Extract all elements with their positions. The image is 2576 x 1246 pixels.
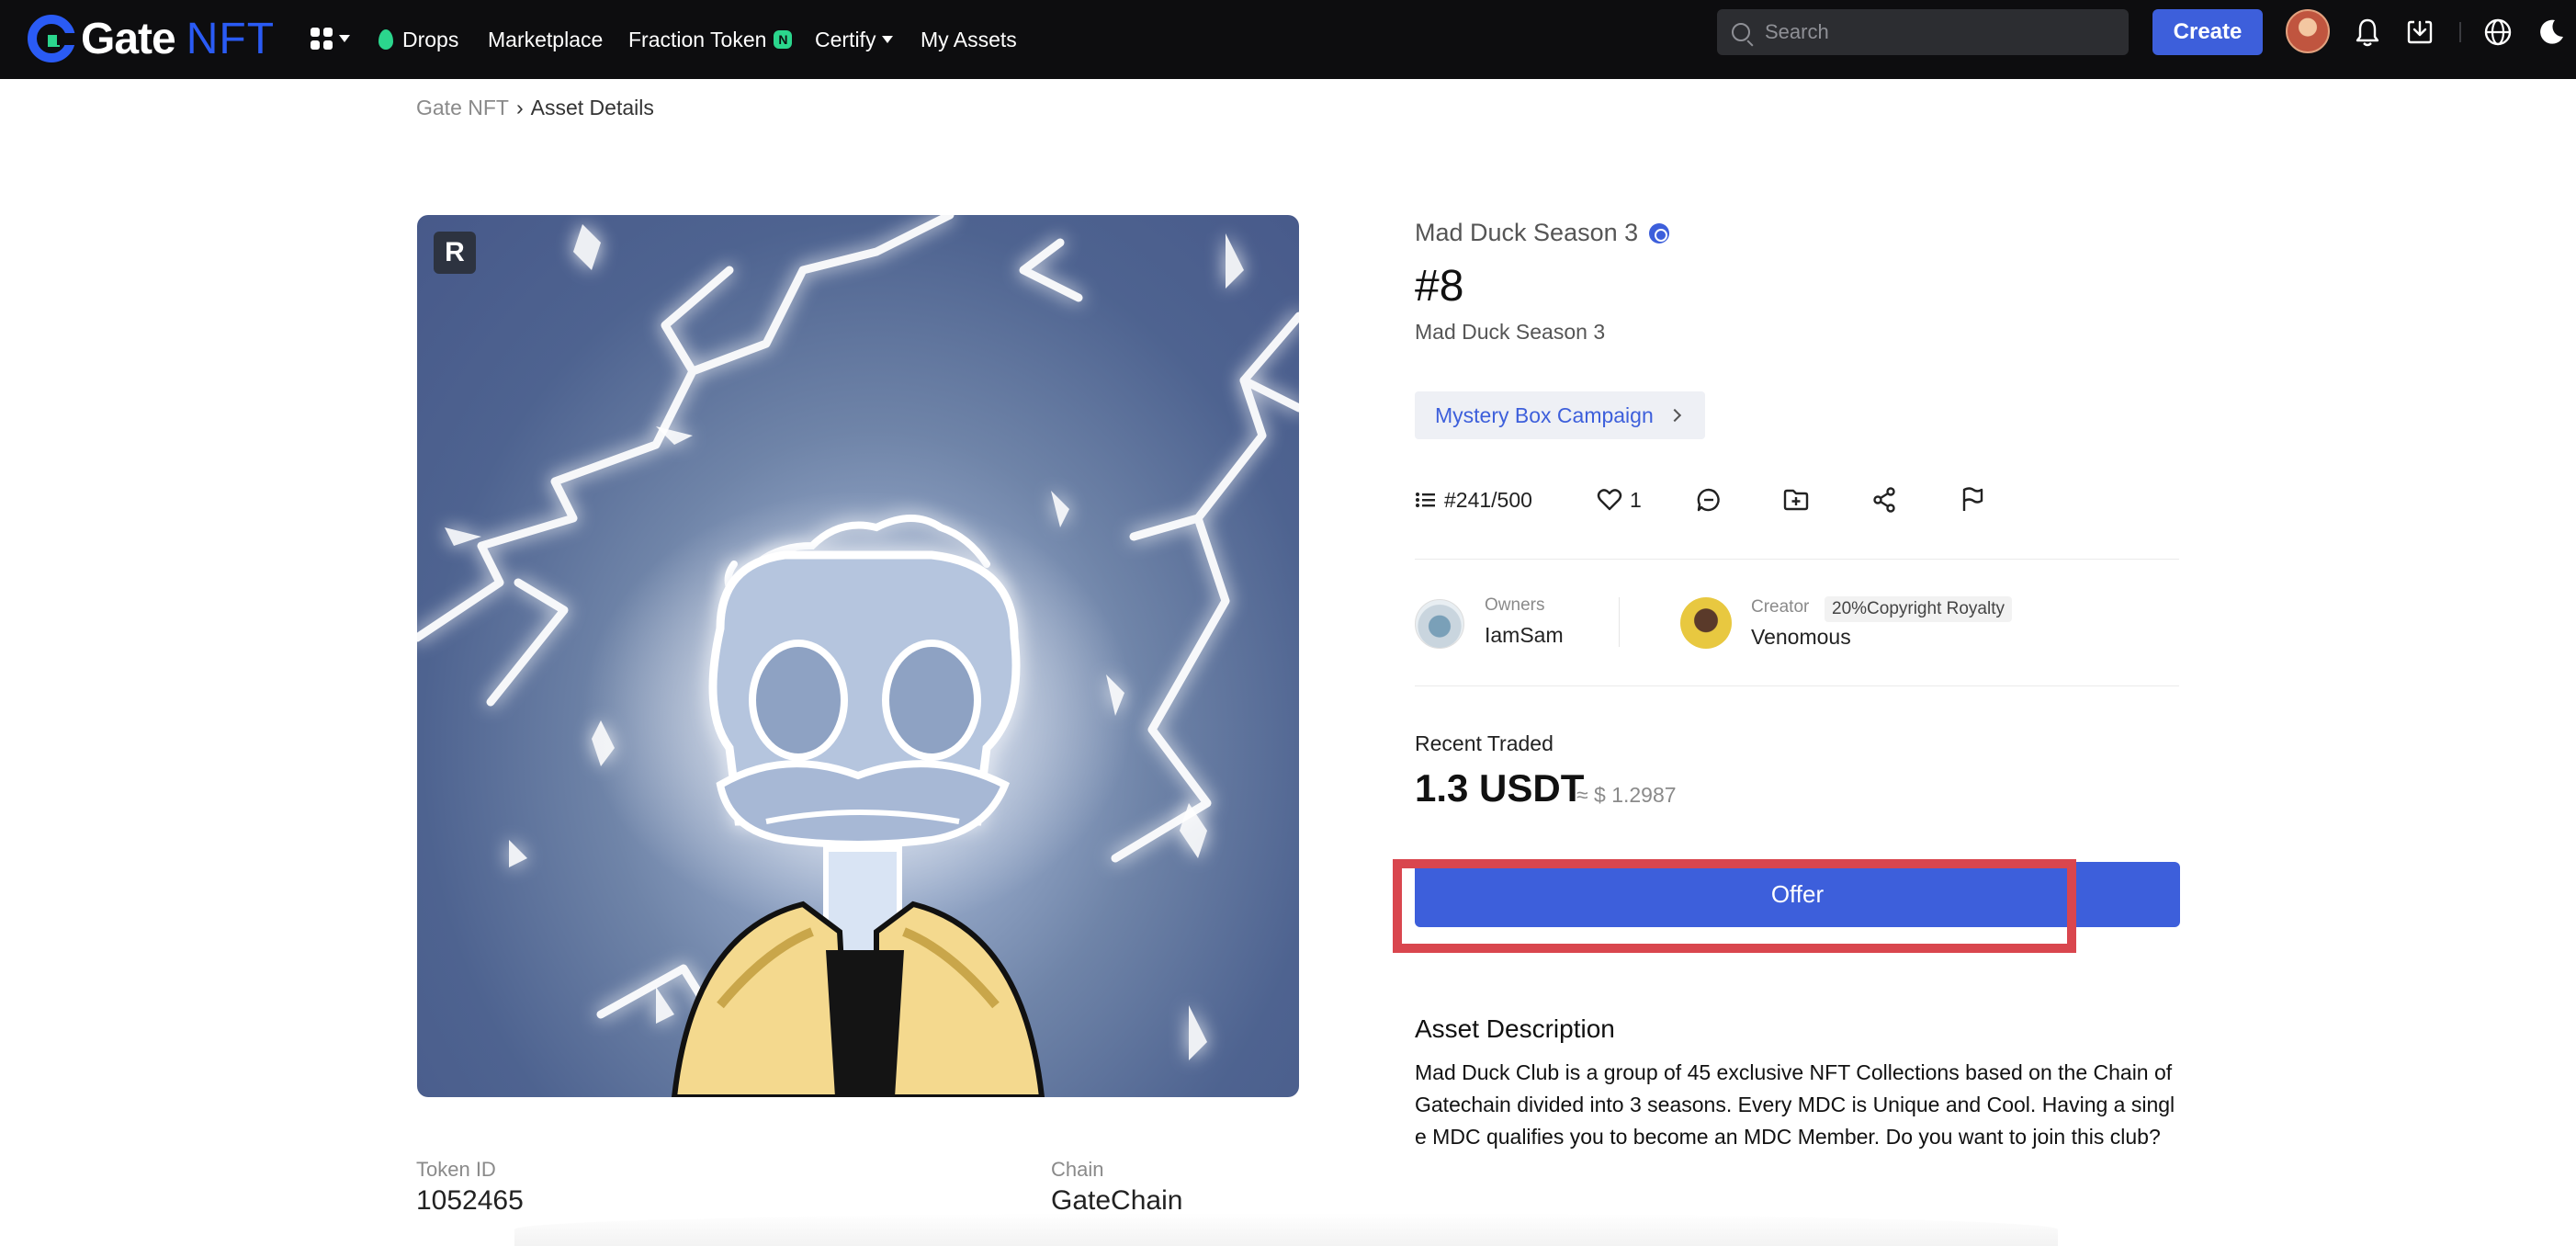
collection-link[interactable]: Mad Duck Season 3 bbox=[1415, 219, 1670, 247]
apps-grid-icon bbox=[311, 28, 333, 50]
add-to-collection-button[interactable] bbox=[1782, 478, 1810, 522]
notifications-button[interactable] bbox=[2350, 15, 2385, 50]
comment-button[interactable] bbox=[1696, 478, 1722, 522]
token-id-label: Token ID bbox=[416, 1158, 496, 1181]
owners-label: Owners bbox=[1485, 595, 1545, 615]
comment-icon bbox=[1697, 488, 1720, 512]
campaign-label: Mystery Box Campaign bbox=[1435, 402, 1654, 427]
breadcrumb: Gate NFT › Asset Details bbox=[416, 96, 654, 120]
chain-value: GateChain bbox=[1051, 1185, 1183, 1216]
asset-actions-bar: #241/500 1 bbox=[1415, 478, 2186, 522]
chevron-right-icon bbox=[1667, 408, 1681, 423]
nav-my-assets[interactable]: My Assets bbox=[921, 17, 1017, 62]
logo-text-gate: Gate bbox=[81, 14, 176, 63]
share-icon bbox=[1873, 487, 1895, 513]
bell-icon bbox=[2356, 18, 2379, 47]
edition-info[interactable]: #241/500 bbox=[1415, 478, 1532, 522]
section-divider bbox=[1415, 685, 2179, 686]
nav-fraction-token-label: Fraction Token bbox=[628, 27, 767, 51]
asset-description-body: Mad Duck Club is a group of 45 exclusive… bbox=[1415, 1060, 2175, 1149]
gate-nft-logo[interactable]: Gate NFT bbox=[28, 9, 275, 68]
collection-name: Mad Duck Season 3 bbox=[1415, 219, 1639, 246]
flag-icon bbox=[1962, 487, 1983, 511]
recent-price: 1.3 USDT bbox=[1415, 766, 1585, 810]
download-icon bbox=[2407, 20, 2433, 44]
list-icon bbox=[1416, 493, 1435, 507]
edition-number: #241/500 bbox=[1444, 487, 1532, 512]
caret-down-icon bbox=[339, 35, 350, 42]
creator-name-link[interactable]: Venomous bbox=[1751, 625, 1851, 650]
token-title: #8 bbox=[1415, 262, 1464, 311]
create-button[interactable]: Create bbox=[2152, 9, 2263, 55]
search-icon bbox=[1732, 23, 1750, 41]
verified-icon bbox=[1649, 222, 1670, 244]
language-button[interactable] bbox=[2480, 15, 2515, 50]
breadcrumb-home-link[interactable]: Gate NFT bbox=[416, 96, 509, 120]
section-divider bbox=[1415, 559, 2179, 560]
rarity-badge: R bbox=[434, 232, 476, 274]
drop-flame-icon bbox=[378, 29, 393, 50]
nav-drops[interactable]: Drops bbox=[378, 17, 458, 62]
chain-label: Chain bbox=[1051, 1158, 1104, 1181]
scroll-shadow bbox=[514, 1213, 2058, 1246]
owner-name-link[interactable]: IamSam bbox=[1485, 623, 1564, 648]
nav-separator bbox=[2459, 22, 2461, 42]
folder-add-icon bbox=[1783, 489, 1809, 511]
gate-logo-icon bbox=[28, 15, 77, 62]
offer-button[interactable]: Offer bbox=[1415, 862, 2180, 927]
nav-certify[interactable]: Certify bbox=[815, 17, 894, 62]
nav-certify-label: Certify bbox=[815, 27, 876, 51]
asset-description-title: Asset Description bbox=[1415, 1014, 1615, 1043]
top-navigation-bar: Gate NFT Drops Marketplace Fraction Toke… bbox=[0, 0, 2576, 79]
nav-marketplace[interactable]: Marketplace bbox=[488, 17, 603, 62]
theme-toggle-button[interactable] bbox=[2534, 15, 2569, 50]
share-button[interactable] bbox=[1872, 478, 1896, 522]
nav-my-assets-label: My Assets bbox=[921, 27, 1017, 51]
nav-drops-label: Drops bbox=[402, 27, 459, 51]
recent-price-usd: ≈ $ 1.2987 bbox=[1576, 783, 1677, 807]
heart-icon bbox=[1597, 489, 1622, 511]
creator-avatar[interactable] bbox=[1680, 597, 1732, 649]
download-app-button[interactable] bbox=[2402, 15, 2437, 50]
nav-fraction-token[interactable]: Fraction Token N bbox=[628, 17, 793, 62]
mad-duck-artwork-image bbox=[417, 215, 1299, 1097]
like-button[interactable]: 1 bbox=[1597, 478, 1642, 522]
search-input[interactable] bbox=[1765, 20, 2114, 44]
mystery-box-campaign-link[interactable]: Mystery Box Campaign bbox=[1415, 391, 1705, 439]
breadcrumb-current: Asset Details bbox=[530, 96, 654, 119]
report-button[interactable] bbox=[1960, 478, 1984, 522]
people-divider bbox=[1619, 597, 1620, 647]
chevron-right-icon: › bbox=[515, 96, 524, 119]
moon-icon bbox=[2540, 19, 2563, 44]
creator-label: Creator bbox=[1751, 597, 1810, 617]
royalty-badge: 20%Copyright Royalty bbox=[1825, 596, 2012, 622]
like-count: 1 bbox=[1630, 487, 1642, 512]
caret-down-icon bbox=[882, 36, 894, 43]
nft-artwork[interactable]: R bbox=[417, 215, 1299, 1097]
nav-marketplace-label: Marketplace bbox=[488, 27, 604, 51]
user-avatar[interactable] bbox=[2286, 9, 2330, 53]
globe-icon bbox=[2484, 18, 2512, 46]
token-id-value: 1052465 bbox=[416, 1185, 524, 1216]
logo-text-nft: NFT bbox=[186, 14, 276, 63]
owner-avatar[interactable] bbox=[1415, 599, 1464, 649]
token-subtitle: Mad Duck Season 3 bbox=[1415, 320, 1606, 344]
apps-menu-button[interactable] bbox=[311, 20, 355, 57]
search-box[interactable] bbox=[1717, 9, 2129, 55]
recent-traded-label: Recent Traded bbox=[1415, 731, 1554, 755]
new-badge-icon: N bbox=[774, 30, 793, 49]
